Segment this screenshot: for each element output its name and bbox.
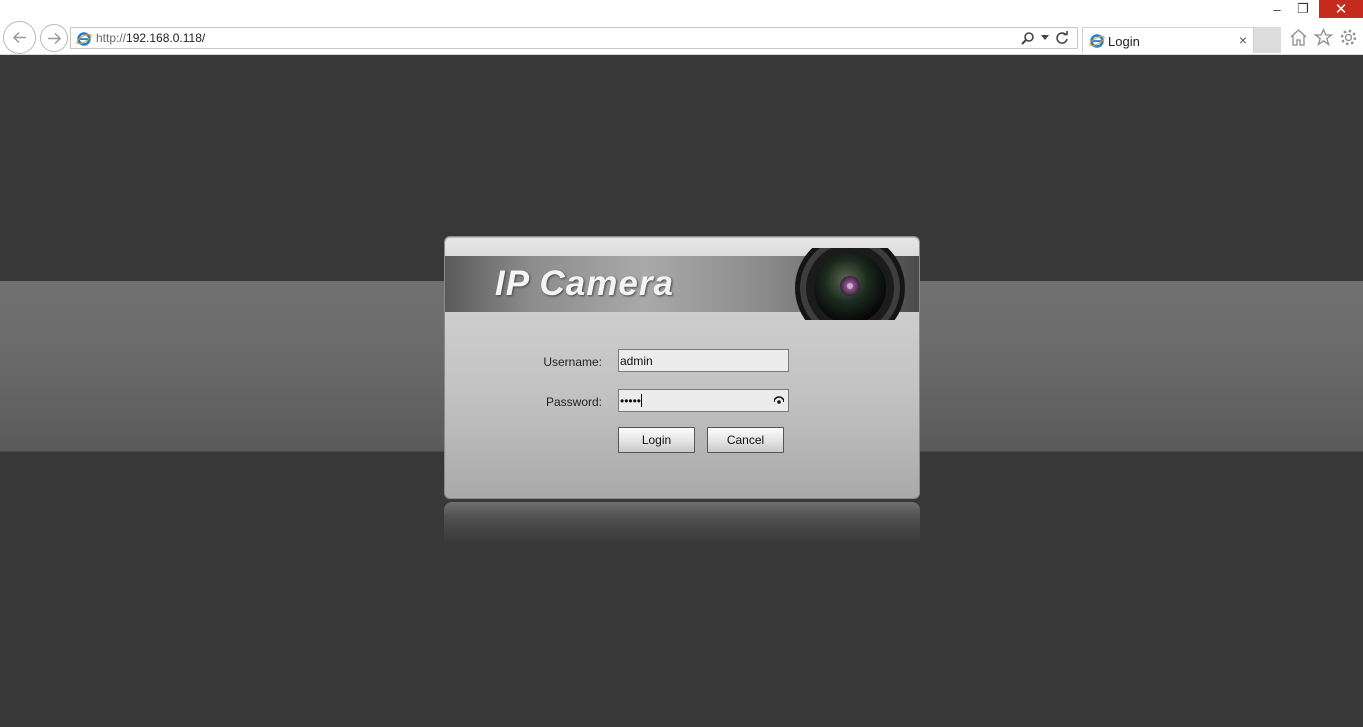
password-label: Password:	[545, 395, 602, 409]
login-banner: IP Camera	[445, 248, 919, 320]
password-input[interactable]: •••••	[618, 389, 789, 412]
address-url: http://192.168.0.118/	[96, 31, 206, 45]
address-bar[interactable]: http://192.168.0.118/	[70, 27, 1078, 49]
dropdown-icon[interactable]	[1041, 35, 1049, 41]
tab-title: Login	[1108, 34, 1140, 49]
back-icon	[12, 31, 26, 44]
home-icon[interactable]	[1289, 28, 1308, 47]
tab-login[interactable]: Login ×	[1082, 27, 1254, 53]
cancel-button[interactable]: Cancel	[707, 427, 784, 453]
favorites-star-icon[interactable]	[1314, 28, 1333, 47]
password-value: •••••	[620, 394, 642, 408]
login-button[interactable]: Login	[618, 427, 695, 453]
tab-close-icon[interactable]: ×	[1239, 32, 1247, 48]
ie-icon	[1089, 34, 1105, 48]
restore-button[interactable]: ❐	[1287, 0, 1319, 18]
panel-reflection	[444, 502, 920, 542]
forward-icon	[48, 32, 62, 45]
login-panel: IP Camera Username: admin Password: ••••…	[444, 236, 920, 499]
settings-gear-icon[interactable]	[1339, 28, 1358, 47]
ie-icon	[76, 32, 92, 46]
refresh-icon[interactable]	[1055, 31, 1069, 45]
forward-button[interactable]	[40, 24, 68, 52]
browser-chrome: – ❐ ✕ http://192.168.0.118/ Login ×	[0, 0, 1363, 55]
banner-title: IP Camera	[495, 264, 674, 303]
camera-lens-icon	[795, 248, 905, 320]
search-icon[interactable]	[1021, 31, 1035, 45]
username-input[interactable]: admin	[618, 349, 789, 372]
show-password-icon[interactable]	[774, 396, 784, 404]
back-button[interactable]	[3, 21, 36, 54]
close-window-button[interactable]: ✕	[1319, 0, 1363, 18]
username-label: Username:	[543, 355, 602, 369]
new-tab-button[interactable]	[1254, 27, 1281, 53]
